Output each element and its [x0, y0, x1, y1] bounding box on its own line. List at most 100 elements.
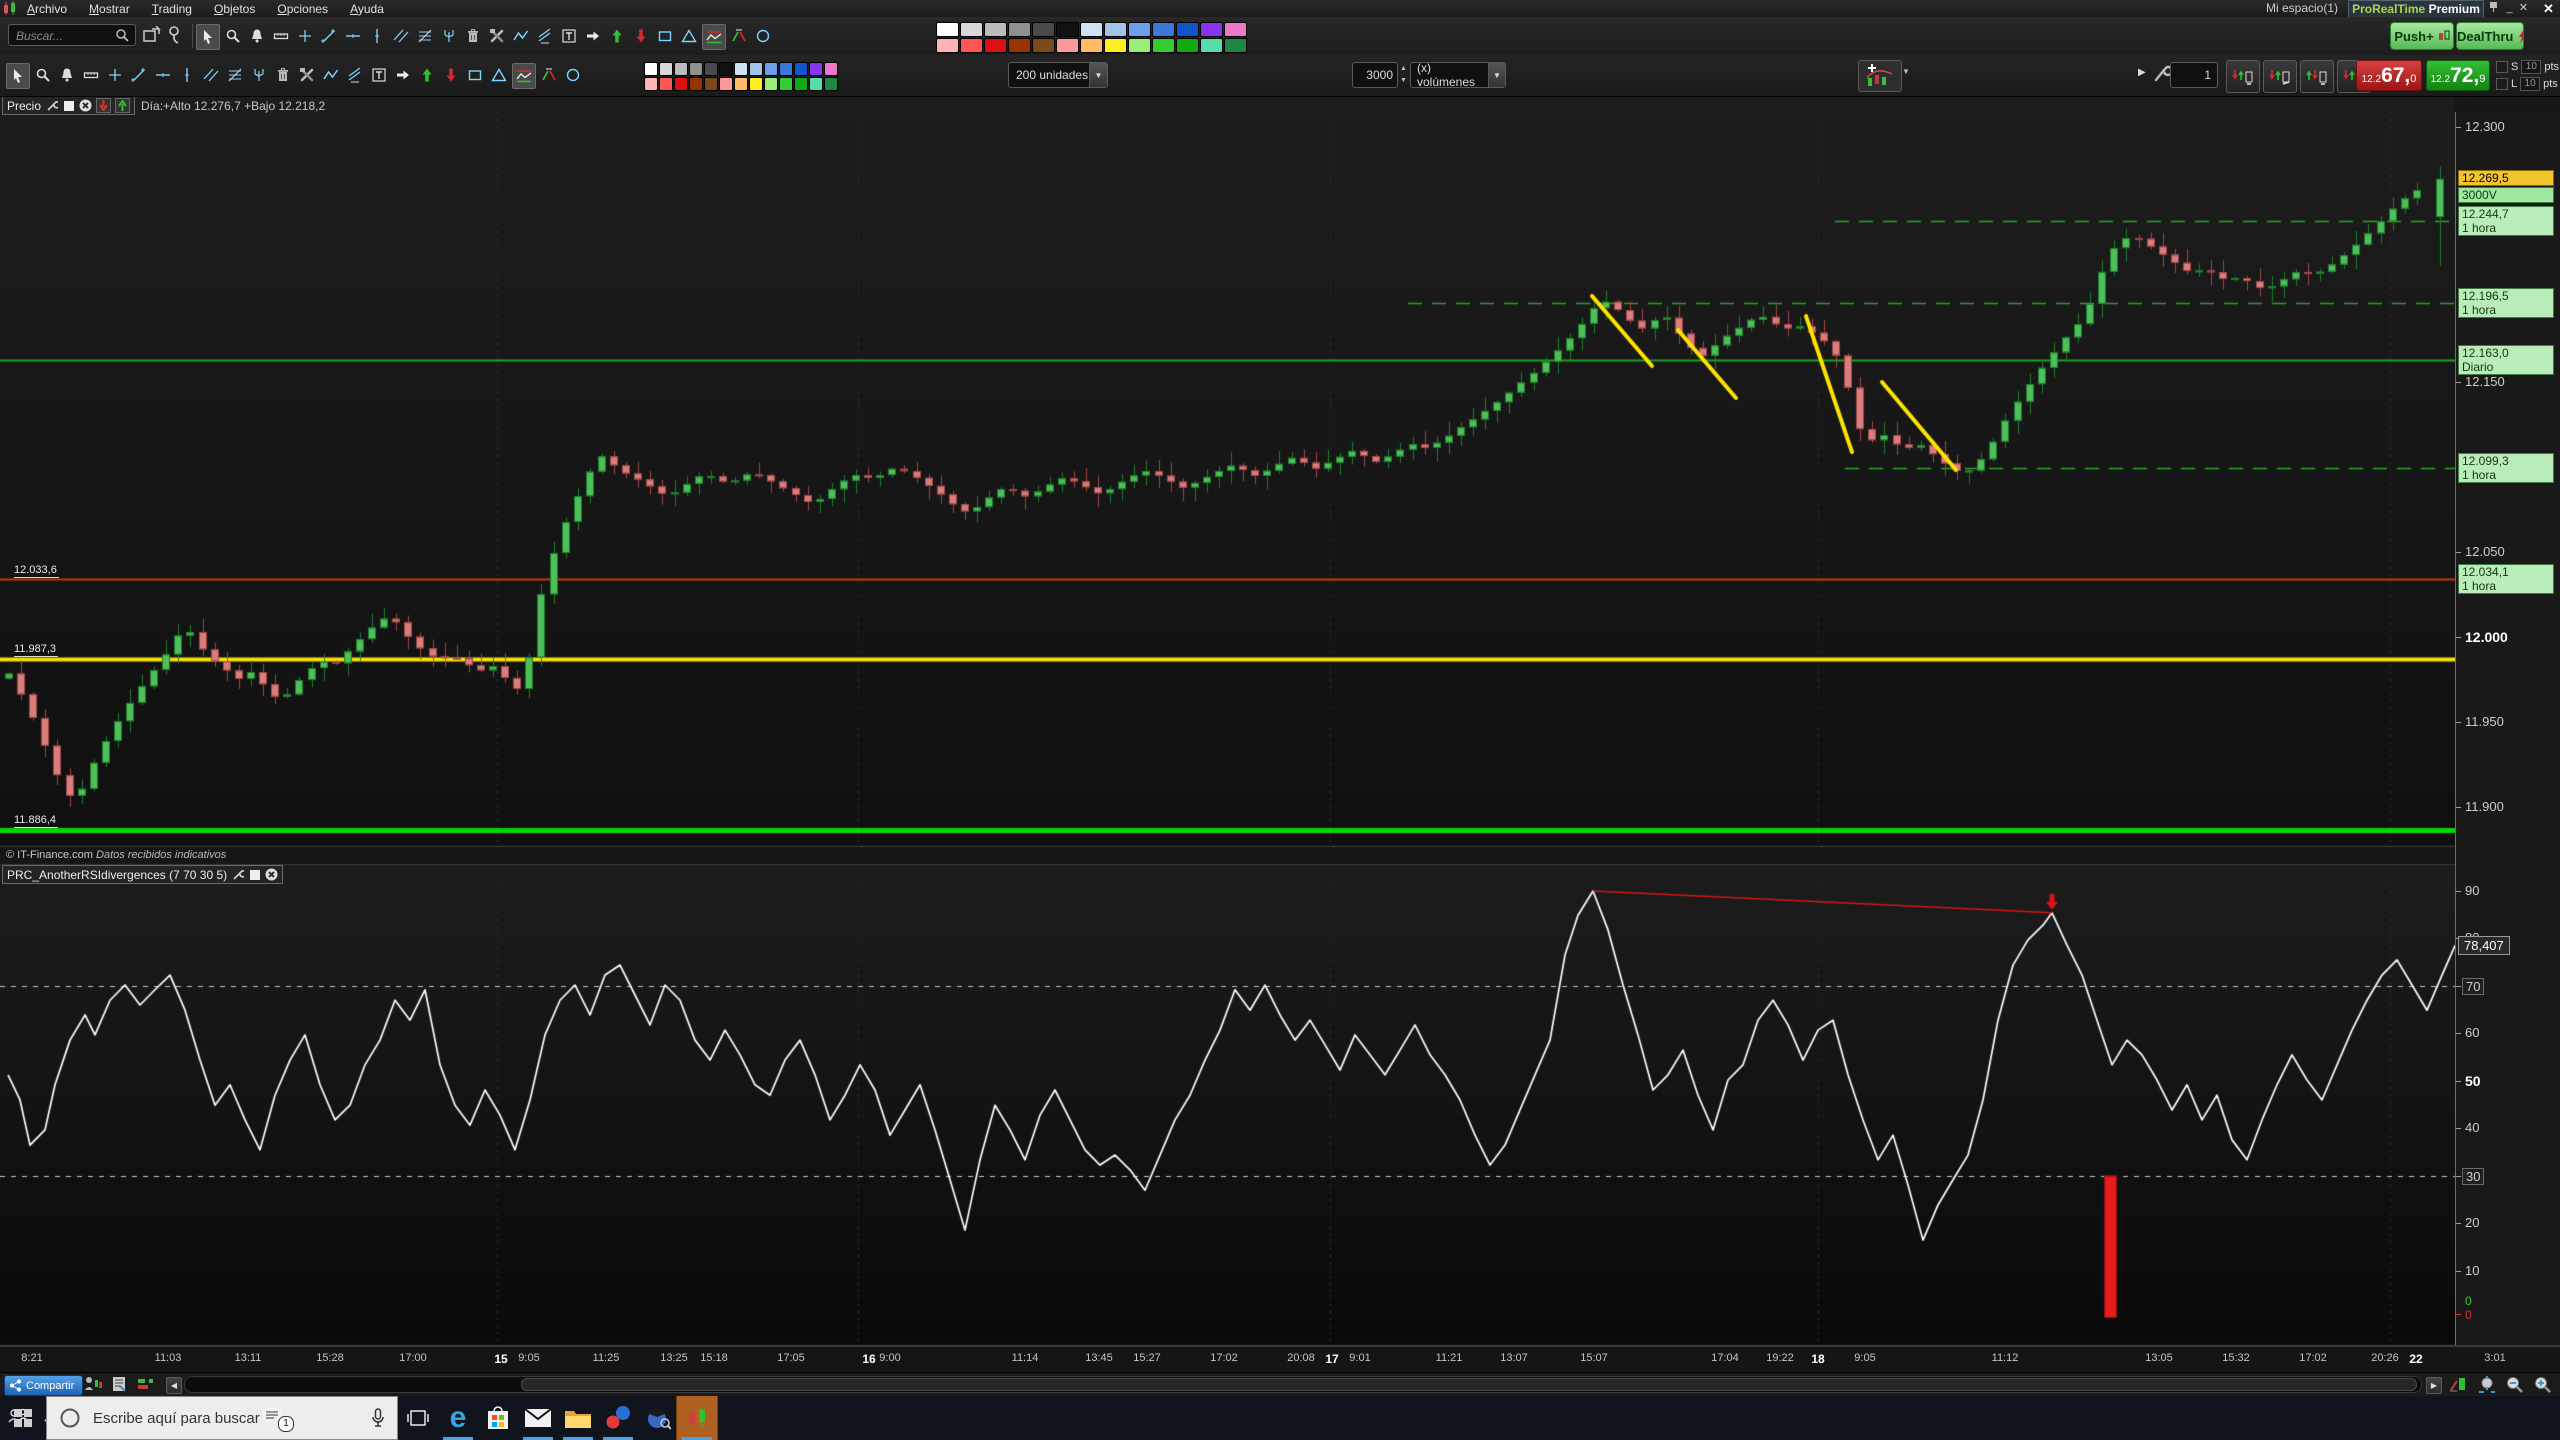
wrench-icon[interactable] — [231, 868, 244, 881]
color-swatch[interactable] — [1224, 22, 1247, 37]
volume-unit-dropdown[interactable]: (x) volúmenes▼ — [1410, 62, 1506, 88]
color-swatch[interactable] — [659, 62, 673, 76]
color-swatch[interactable] — [1008, 38, 1031, 53]
color-swatch[interactable] — [1008, 22, 1031, 37]
alert-bell-tool-icon[interactable] — [246, 24, 268, 48]
quantity-stepper[interactable]: ▲▼ — [1399, 63, 1408, 87]
ruler-tool-icon[interactable] — [270, 24, 292, 48]
candle-settings-icon[interactable] — [2448, 1376, 2466, 1393]
color-swatch[interactable] — [1200, 22, 1223, 37]
quantity-input[interactable]: 3000 — [1352, 62, 1398, 88]
color-swatch[interactable] — [734, 62, 748, 76]
minimize-icon[interactable]: _ — [2502, 1, 2517, 16]
color-swatch[interactable] — [824, 77, 838, 91]
color-swatch[interactable] — [809, 77, 823, 91]
parallel-lines-tool-icon[interactable] — [344, 63, 366, 87]
share-button[interactable]: Compartir — [4, 1375, 83, 1396]
limit-value[interactable]: 10 — [2520, 77, 2540, 91]
color-swatch[interactable] — [749, 62, 763, 76]
color-swatch[interactable] — [764, 62, 778, 76]
limit-checkbox[interactable] — [2496, 78, 2508, 90]
color-swatch[interactable] — [794, 77, 808, 91]
add-indicator-button[interactable] — [1858, 60, 1902, 92]
color-swatch[interactable] — [659, 77, 673, 91]
crosshair-tool-icon[interactable] — [104, 63, 126, 87]
mail-icon[interactable] — [518, 1396, 558, 1440]
menu-opciones[interactable]: Opciones — [266, 1, 339, 18]
menu-archivo[interactable]: Archivo — [16, 1, 78, 18]
arrow-up-tool-icon[interactable] — [416, 63, 438, 87]
trendline-tool-icon[interactable] — [128, 63, 150, 87]
stop-checkbox[interactable] — [2496, 61, 2508, 73]
price-axis[interactable]: 12.30012.15012.05012.00011.95011.90012.2… — [2455, 112, 2560, 1345]
vertical-line-tool-icon[interactable] — [366, 24, 388, 48]
start-button[interactable] — [0, 1396, 46, 1440]
buy-arrow-icon[interactable] — [115, 98, 130, 113]
zigzag-tool-icon[interactable] — [510, 24, 532, 48]
positions-icon[interactable] — [136, 1376, 154, 1393]
task-view-button[interactable] — [398, 1396, 438, 1440]
microphone-icon[interactable] — [371, 1408, 385, 1428]
campus-app-icon[interactable] — [638, 1396, 678, 1440]
color-swatch[interactable] — [824, 62, 838, 76]
color-swatch[interactable] — [719, 77, 733, 91]
color-swatch[interactable] — [1176, 38, 1199, 53]
color-swatch[interactable] — [936, 22, 959, 37]
triangle-tool-icon[interactable] — [678, 24, 700, 48]
color-swatch[interactable] — [1056, 38, 1079, 53]
zoom-in-icon[interactable] — [2533, 1376, 2551, 1393]
modify-order-button[interactable] — [2263, 60, 2297, 93]
pitchfork-tool-icon[interactable] — [438, 24, 460, 48]
close-tab-icon[interactable]: ✕ — [2516, 1, 2531, 16]
order-settings-wrench-icon[interactable] — [2152, 64, 2170, 89]
pitchfork-tool-icon[interactable] — [248, 63, 270, 87]
channel-tool-icon[interactable] — [200, 63, 222, 87]
indicator-overlay-tool-icon[interactable] — [702, 24, 726, 50]
color-swatch[interactable] — [689, 77, 703, 91]
chart-canvas[interactable] — [0, 0, 2560, 1440]
color-swatch[interactable] — [1152, 22, 1175, 37]
ellipse-tool-icon[interactable] — [562, 63, 584, 87]
color-swatch[interactable] — [1056, 22, 1079, 37]
color-swatch[interactable] — [734, 77, 748, 91]
buy-price-button[interactable]: 12.272,9 — [2426, 60, 2490, 91]
color-swatch[interactable] — [644, 62, 658, 76]
file-explorer-icon[interactable] — [558, 1396, 598, 1440]
horizontal-scrollbar[interactable] — [184, 1376, 2422, 1393]
scrollbar-thumb[interactable] — [521, 1378, 2417, 1391]
color-swatch[interactable] — [1032, 22, 1055, 37]
divergence-tool-tool-icon[interactable] — [538, 63, 560, 87]
color-swatch[interactable] — [1032, 38, 1055, 53]
color-swatch[interactable] — [674, 62, 688, 76]
color-swatch[interactable] — [704, 62, 718, 76]
units-dropdown[interactable]: 200 unidades▼ — [1008, 62, 1108, 88]
pin-icon[interactable] — [2486, 1, 2501, 16]
color-swatch[interactable] — [764, 77, 778, 91]
color-swatch[interactable] — [1104, 22, 1127, 37]
stop-value[interactable]: 10 — [2521, 60, 2541, 74]
close-icon[interactable] — [265, 868, 278, 881]
edge-icon[interactable]: e — [438, 1396, 478, 1440]
color-swatch[interactable] — [644, 77, 658, 91]
color-swatch[interactable] — [1104, 38, 1127, 53]
divergence-tool-tool-icon[interactable] — [728, 24, 750, 48]
workspace-tab[interactable]: Mi espacio(1) — [2252, 0, 2338, 17]
indicator-overlay-tool-icon[interactable] — [512, 63, 536, 89]
color-swatch[interactable] — [960, 22, 983, 37]
ellipse-tool-icon[interactable] — [752, 24, 774, 48]
zoom-fit-icon[interactable] — [2477, 1376, 2495, 1393]
crosshair-tool-icon[interactable] — [294, 24, 316, 48]
scroll-right-button[interactable]: ▶ — [2426, 1377, 2442, 1394]
color-swatch[interactable] — [984, 38, 1007, 53]
color-swatch[interactable] — [1080, 38, 1103, 53]
ruler-tool-icon[interactable] — [80, 63, 102, 87]
order-quantity-input[interactable]: 1 — [2170, 62, 2218, 88]
channel-tool-icon[interactable] — [390, 24, 412, 48]
horizontal-line-tool-icon[interactable] — [152, 63, 174, 87]
arrow-down-tool-icon[interactable] — [440, 63, 462, 87]
account-link-icon[interactable] — [166, 25, 184, 52]
trendline-tool-icon[interactable] — [318, 24, 340, 48]
trash-tool-icon[interactable] — [272, 63, 294, 87]
zigzag-tool-icon[interactable] — [320, 63, 342, 87]
pointer-tool-icon[interactable] — [196, 24, 220, 50]
